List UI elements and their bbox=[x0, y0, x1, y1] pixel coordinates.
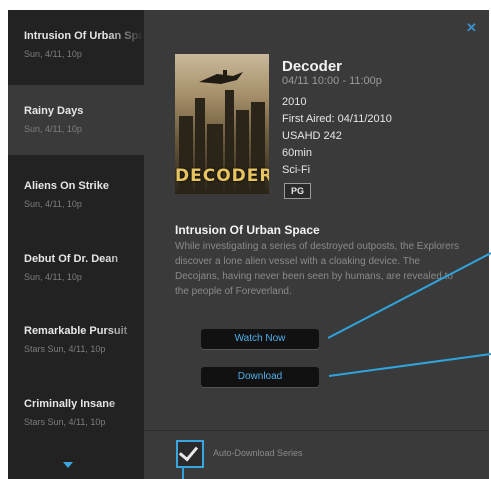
callout-lines bbox=[182, 252, 491, 479]
callout-line bbox=[328, 353, 491, 377]
callout-line bbox=[327, 252, 491, 339]
